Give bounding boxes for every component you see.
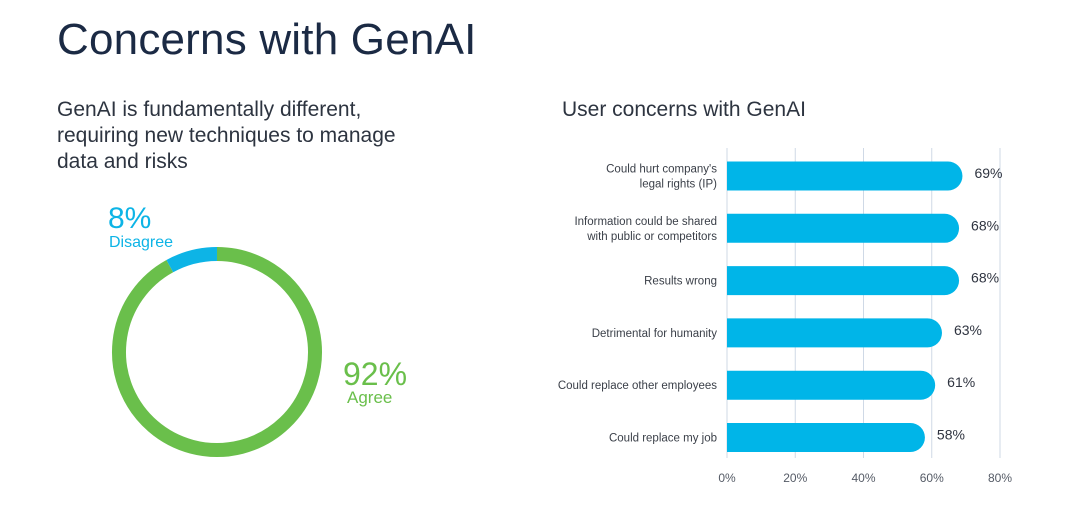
concerns-bar-chart: 0% 20% 40% 60% 80% 69% Could hurt company's leg… — [558, 148, 1012, 485]
disagree-label: Disagree — [109, 234, 173, 251]
x-tick-label: 80% — [988, 471, 1012, 485]
category-label: Could replace my job — [609, 433, 717, 445]
donut-slice-agree — [112, 247, 322, 457]
donut-slice-disagree — [166, 247, 218, 273]
donut-subtitle-line: data and risks — [57, 150, 188, 173]
category-label: Results wrong — [644, 276, 717, 288]
bar-value-label: 68% — [971, 217, 999, 233]
bar-value-label: 63% — [954, 322, 982, 338]
category-label: Information could be shared — [574, 216, 717, 228]
bar-value-label: 58% — [937, 427, 965, 443]
bar-value-label: 69% — [974, 165, 1002, 181]
category-label: Detrimental for humanity — [592, 328, 718, 340]
disagree-percent-label: 8% — [108, 202, 151, 235]
donut-subtitle: GenAI is fundamentally different, requir… — [57, 97, 457, 175]
category-label: Could hurt company's — [606, 164, 717, 176]
agree-percent-label: 92% — [343, 356, 407, 392]
agree-label: Agree — [347, 388, 392, 407]
bar — [727, 423, 925, 452]
category-label: Could replace other employees — [558, 380, 717, 392]
x-tick-label: 20% — [783, 471, 807, 485]
bar-chart-title: User concerns with GenAI — [562, 98, 806, 121]
bar — [727, 161, 963, 191]
x-tick-label: 60% — [920, 471, 944, 485]
x-tick-label: 40% — [851, 471, 875, 485]
x-tick-label: 0% — [718, 471, 736, 485]
agreement-donut-chart: 8%Disagree 92%Agree — [108, 202, 407, 457]
bar-value-label: 68% — [971, 270, 999, 286]
bar — [727, 370, 936, 400]
donut-subtitle-line: requiring new techniques to manage — [57, 124, 396, 147]
page-title: Concerns with GenAI — [57, 15, 477, 64]
bar-value-label: 61% — [947, 374, 975, 390]
bar — [727, 213, 960, 243]
category-label: legal rights (IP) — [640, 179, 718, 191]
bar — [727, 266, 960, 296]
category-label: with public or competitors — [586, 231, 717, 243]
bar — [727, 318, 942, 348]
donut-subtitle-line: GenAI is fundamentally different, — [57, 98, 362, 121]
